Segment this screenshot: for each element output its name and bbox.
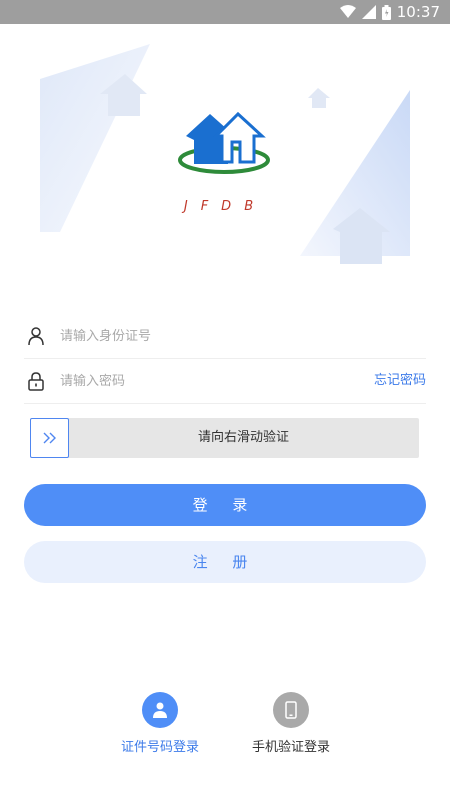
id-number-input[interactable] <box>60 314 340 358</box>
password-input[interactable] <box>60 359 340 403</box>
status-bar: 10:37 <box>0 0 450 24</box>
slider-text: 请向右滑动验证 <box>197 430 289 445</box>
password-field: 忘记密码 <box>24 359 426 404</box>
forgot-password-link[interactable]: 忘记密码 <box>374 359 426 403</box>
user-icon <box>28 327 44 346</box>
login-mode-phone[interactable]: 手机验证登录 <box>231 692 351 755</box>
login-mode-id[interactable]: 证件号码登录 <box>100 692 220 755</box>
status-time: 10:37 <box>396 3 440 21</box>
login-mode-phone-circle <box>273 692 309 728</box>
wifi-icon <box>339 5 356 18</box>
lock-icon <box>28 372 44 391</box>
app-logo <box>178 111 270 174</box>
login-mode-id-label: 证件号码登录 <box>120 740 199 755</box>
hero-banner: JFDB <box>0 24 450 314</box>
login-mode-id-circle <box>142 692 178 728</box>
logo-text: JFDB <box>181 199 266 214</box>
double-chevron-right-icon <box>43 432 56 444</box>
login-button[interactable]: 登 录 <box>24 484 426 526</box>
register-button[interactable]: 注 册 <box>24 541 426 583</box>
signal-icon <box>361 5 376 19</box>
slide-verify: 请向右滑动验证 <box>30 418 419 458</box>
person-icon <box>153 702 167 718</box>
status-icons: 10:37 <box>339 3 440 21</box>
login-mode-phone-label: 手机验证登录 <box>251 740 330 755</box>
slider-handle[interactable] <box>30 418 69 458</box>
hero-background: JFDB <box>40 44 410 264</box>
id-number-field <box>24 314 426 359</box>
phone-icon <box>285 701 297 719</box>
battery-icon <box>381 4 391 20</box>
